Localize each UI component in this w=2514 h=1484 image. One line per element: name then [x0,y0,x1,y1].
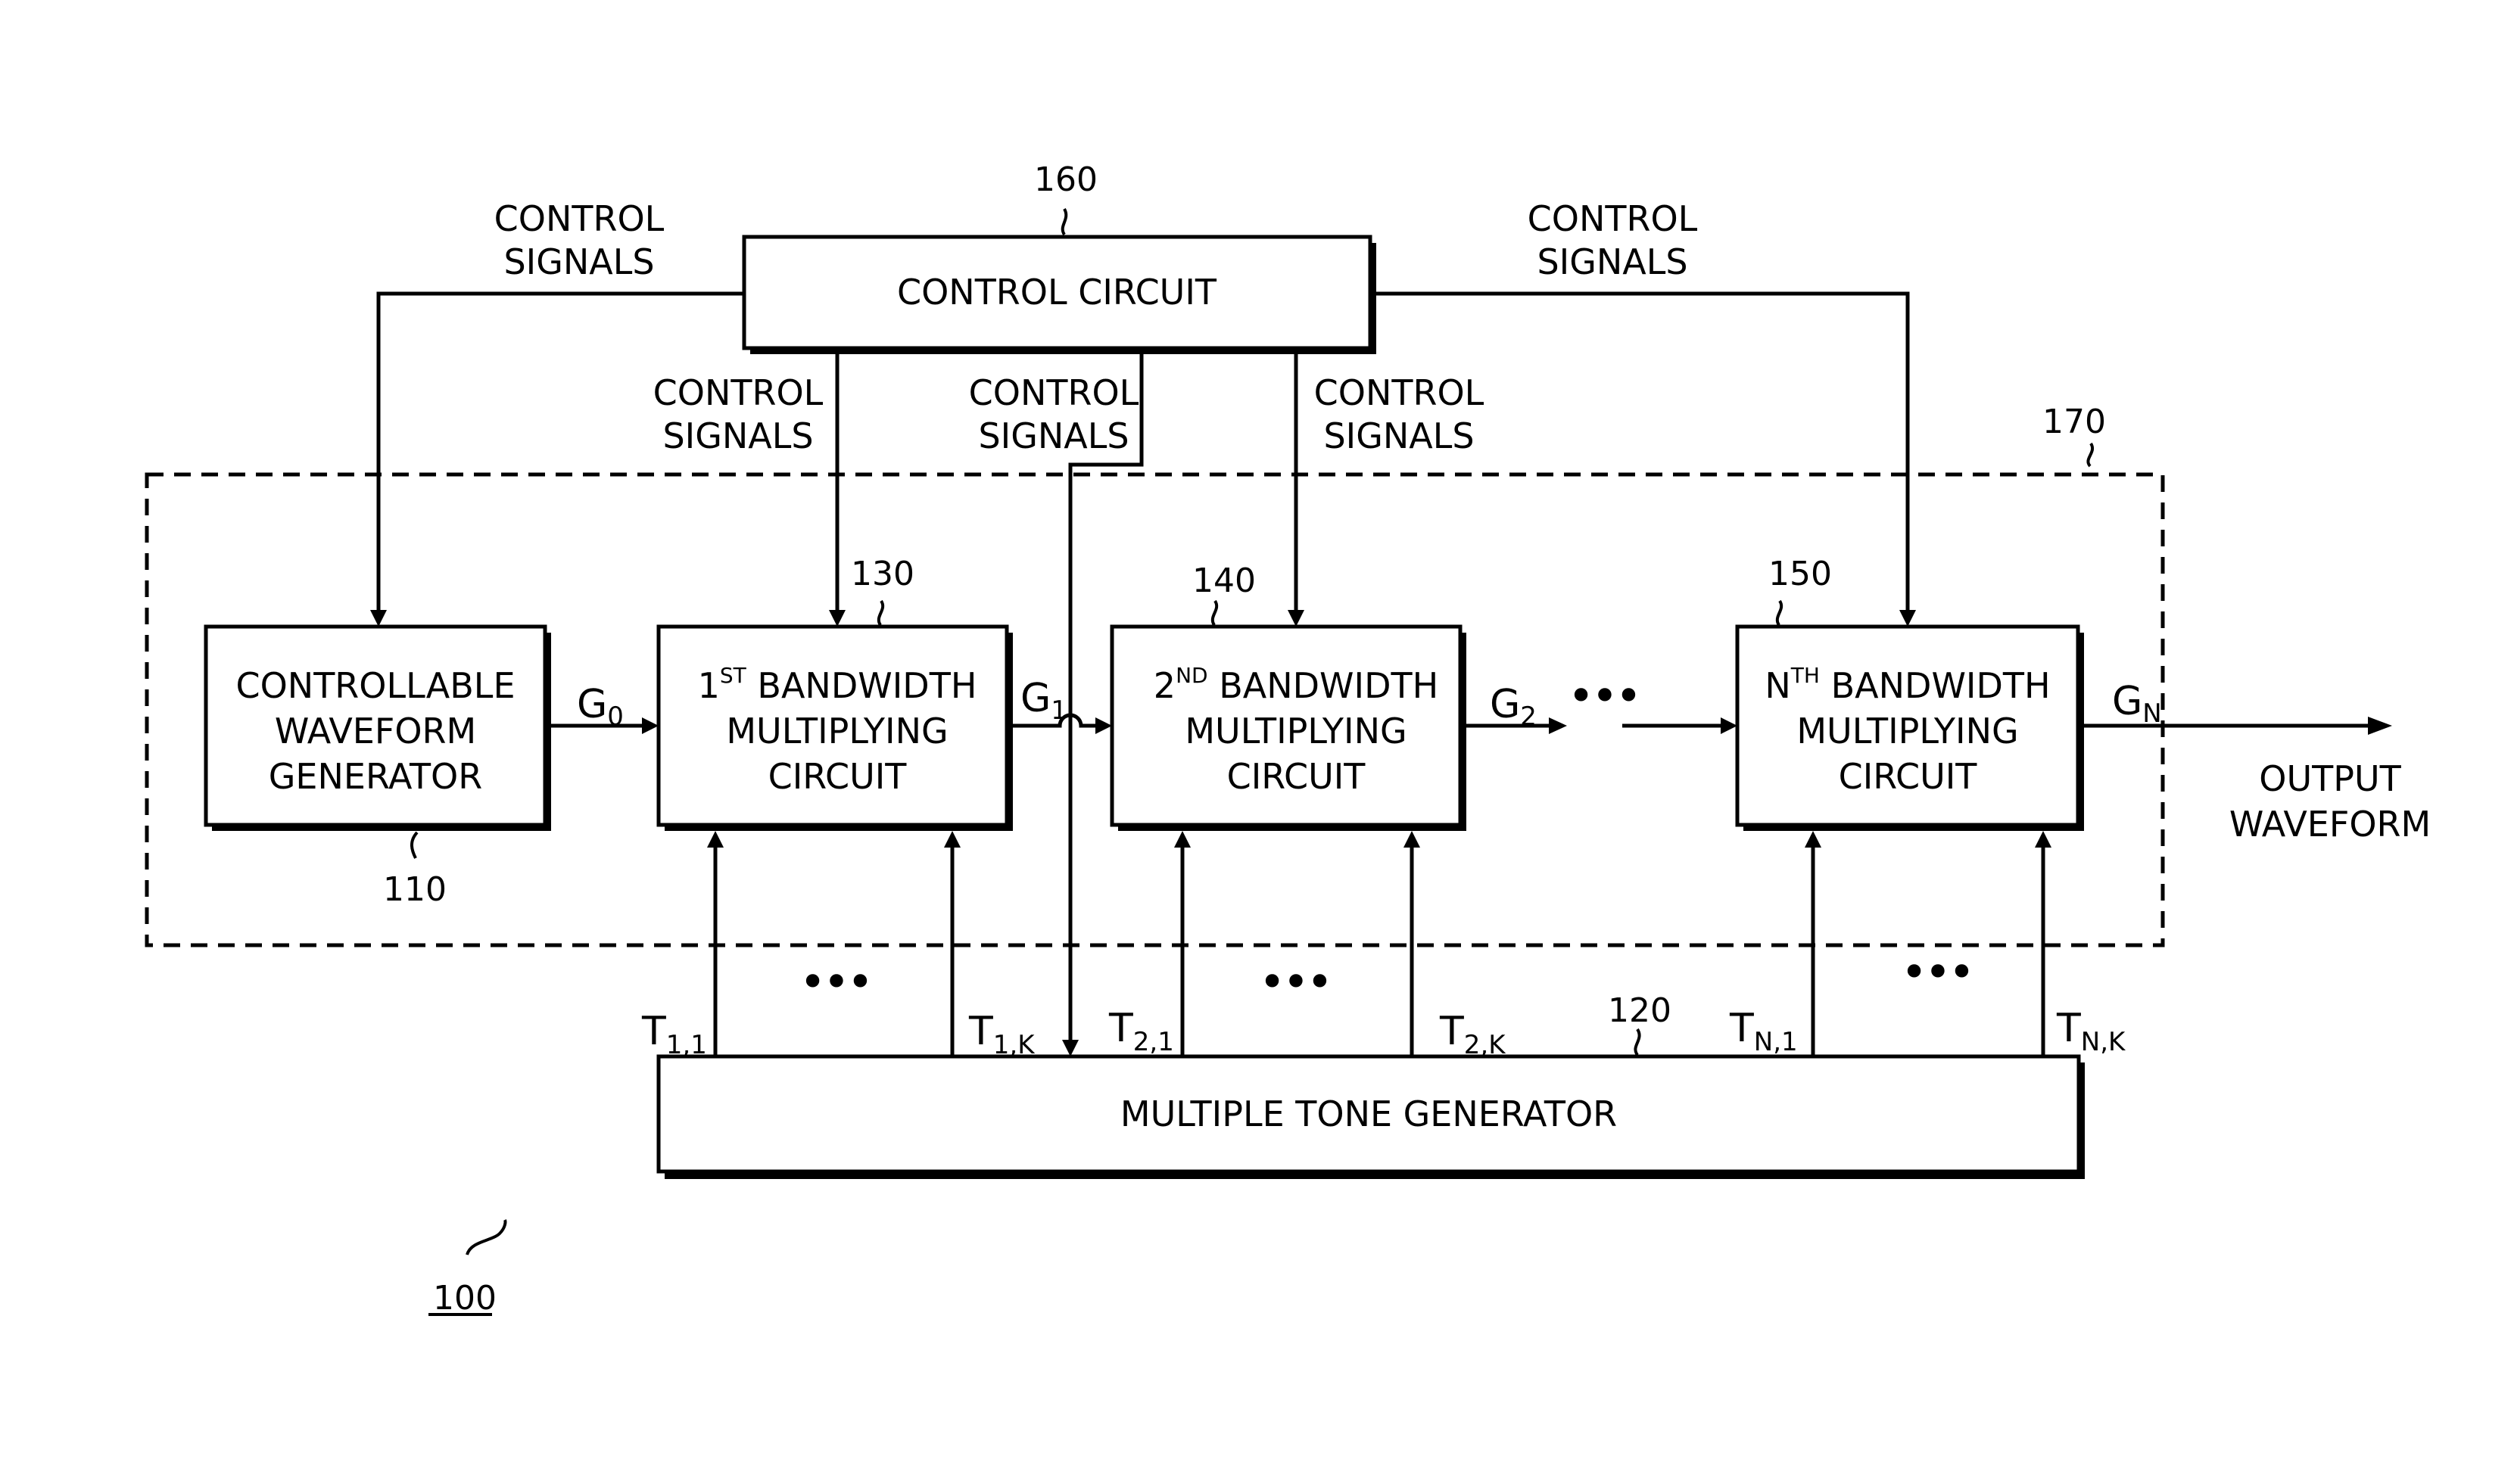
arrowhead [1549,717,1567,734]
tone-label-t2k: T2,K [1439,1009,1506,1060]
control-signals-label-2nd: CONTROL SIGNALS [1314,372,1484,456]
waveform-generator: CONTROLLABLE WAVEFORM GENERATOR [204,624,551,831]
ellipsis-chain: ••• [1568,670,1639,723]
svg-text:SIGNALS: SIGNALS [1537,241,1687,282]
svg-text:SIGNALS: SIGNALS [1323,415,1474,456]
ref-100-leader [466,1219,507,1255]
arrowhead [829,610,846,627]
ref-150-leader [1775,599,1783,627]
block-diagram: 170 CONTROL CIRCUIT 160 CONTROL SIGNALS … [145,160,2431,1318]
tone-label-t1k: T1,K [968,1009,1036,1060]
svg-text:G2: G2 [1490,682,1537,732]
ref-160: 160 [1034,160,1098,199]
svg-text:WAVEFORM: WAVEFORM [275,711,476,751]
arrowhead [642,717,659,734]
svg-text:CONTROL: CONTROL [653,372,824,413]
svg-text:MULTIPLE TONE GENERATOR: MULTIPLE TONE GENERATOR [1120,1094,1617,1134]
svg-text:CIRCUIT: CIRCUIT [1839,756,1978,797]
svg-text:G0: G0 [577,682,624,732]
signal-gn: GN [2112,679,2162,729]
multiple-tone-generator: MULTIPLE TONE GENERATOR [656,1054,2085,1179]
svg-text:CONTROL: CONTROL [1528,198,1698,239]
tone-label-t11: T1,1 [641,1009,707,1060]
ref-140-leader [1210,599,1219,627]
svg-text:GN: GN [2112,679,2162,729]
control-signals-label-1st: CONTROL SIGNALS [653,372,824,456]
ref-170: 170 [2042,403,2106,441]
output-waveform-label: OUTPUT WAVEFORM [2229,758,2431,845]
arrowhead [1288,610,1304,627]
ellipsis-tones-1: ••• [799,956,871,1009]
ellipsis-tones-n: ••• [1901,946,1972,999]
ref-160-leader [1061,208,1068,236]
svg-text:CONTROL: CONTROL [494,198,665,239]
svg-text:CONTROLLABLE: CONTROLLABLE [235,665,515,706]
svg-text:CONTROL: CONTROL [969,372,1139,413]
signal-g2: G2 [1490,682,1537,732]
bw-circuit-1st: 1ST BANDWIDTH MULTIPLYING CIRCUIT [656,624,1013,831]
control-circuit-label: CONTROL CIRCUIT [897,272,1217,313]
tone-label-tn1: TN,1 [1729,1006,1798,1057]
svg-text:SIGNALS: SIGNALS [662,415,813,456]
tone-label-tnk: TN,K [2056,1006,2126,1057]
signal-g0: G0 [577,682,624,732]
tone-label-t21: T2,1 [1108,1006,1174,1057]
arrowhead [1899,610,1916,627]
ref-120: 120 [1608,991,1671,1030]
svg-text:CIRCUIT: CIRCUIT [1227,756,1366,797]
svg-text:MULTIPLYING: MULTIPLYING [1185,711,1407,751]
ellipsis-tones-2: ••• [1259,956,1330,1009]
bw-circuit-nth: NTH BANDWIDTH MULTIPLYING CIRCUIT [1735,624,2084,831]
svg-text:GENERATOR: GENERATOR [269,756,482,797]
svg-text:MULTIPLYING: MULTIPLYING [726,711,948,751]
svg-text:G1: G1 [1020,676,1067,726]
control-signals-label-top-right: CONTROL SIGNALS [1528,198,1698,282]
svg-text:OUTPUT: OUTPUT [2259,758,2401,799]
control-signals-label-top-left: CONTROL SIGNALS [494,198,665,282]
control-signals-label-tone: CONTROL SIGNALS [969,372,1139,456]
bw-circuit-2nd: 2ND BANDWIDTH MULTIPLYING CIRCUIT [1110,624,1466,831]
svg-text:CIRCUIT: CIRCUIT [768,756,908,797]
ref-130-leader [877,599,885,627]
control-circuit: CONTROL CIRCUIT [742,235,1376,354]
ref-170-leader [2086,442,2094,468]
svg-text:CONTROL: CONTROL [1314,372,1484,413]
ref-100: 100 [433,1279,497,1318]
ref-130: 130 [851,555,914,593]
arrowhead [1721,717,1737,734]
ref-110: 110 [383,870,447,909]
svg-text:SIGNALS: SIGNALS [503,241,654,282]
arrowhead [1062,1040,1079,1056]
svg-text:WAVEFORM: WAVEFORM [2229,804,2431,845]
svg-text:SIGNALS: SIGNALS [978,415,1129,456]
signal-g1: G1 [1020,676,1067,726]
svg-text:MULTIPLYING: MULTIPLYING [1796,711,2018,751]
ref-120-leader [1634,1028,1641,1056]
ref-140: 140 [1192,562,1256,600]
arrowhead [2368,717,2392,735]
arrowhead [1095,717,1112,734]
ref-110-leader [410,831,419,859]
ref-150: 150 [1768,555,1832,593]
arrowhead [370,610,387,627]
